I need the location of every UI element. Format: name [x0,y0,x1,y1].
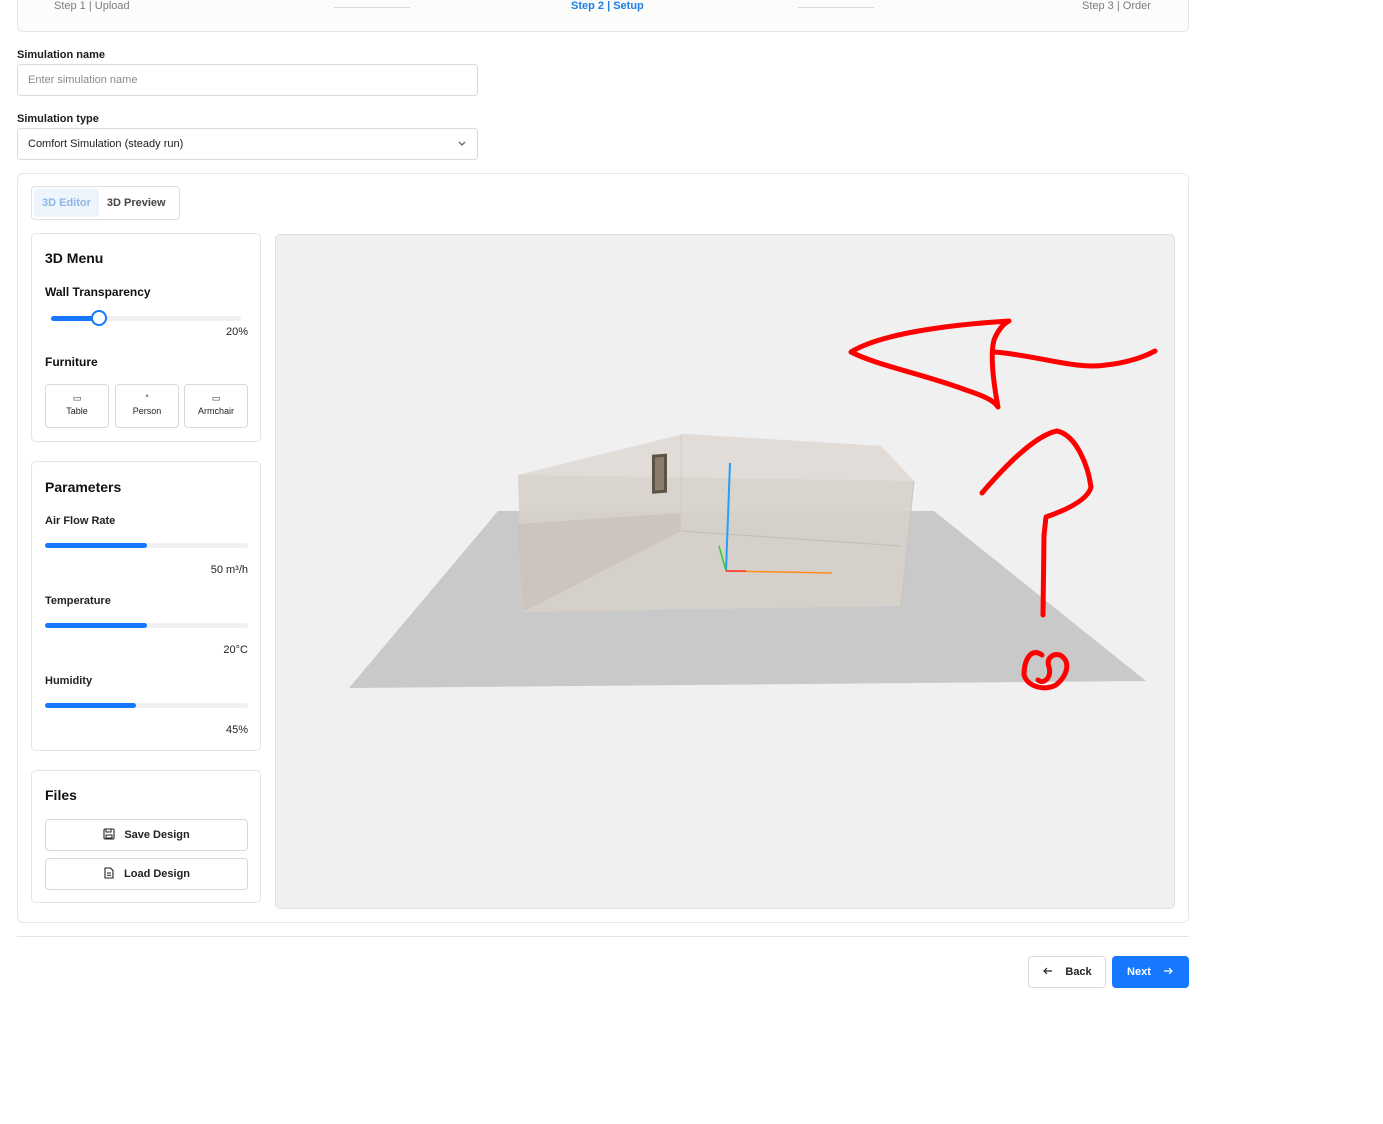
air-flow-rate-label: Air Flow Rate [45,515,116,527]
armchair-label: Armchair [197,406,234,416]
editor-panel: 3D Editor 3D Preview 3D Menu Wall Transp… [17,173,1189,923]
temperature-slider[interactable] [45,623,248,628]
humidity-label: Humidity [45,675,93,687]
3d-menu-card: 3D Menu Wall Transparency 20% Furniture … [31,233,261,442]
rectangle-icon: ▭ [72,393,82,403]
simulation-name-label: Simulation name [17,49,106,61]
footer-divider [17,936,1189,937]
next-label: Next [1127,966,1151,978]
humidity-fill [45,703,137,708]
tab-3d-editor[interactable]: 3D Editor [34,189,99,217]
humidity-value: 45% [225,724,248,736]
simulation-type-value: Comfort Simulation (steady run) [28,138,184,150]
file-icon [103,867,124,880]
add-armchair-button[interactable]: ▭ Armchair [184,384,248,428]
step-upload[interactable]: Step 1 | Upload [54,0,130,12]
step-connector [798,7,874,8]
temperature-label: Temperature [45,595,111,607]
window-object [652,453,667,494]
air-flow-rate-slider[interactable] [45,543,248,548]
back-label: Back [1065,966,1092,978]
add-person-button[interactable]: ° Person [115,384,179,428]
3d-scene [349,318,1158,691]
table-label: Table [66,406,88,416]
load-design-label: Load Design [124,868,191,880]
next-button[interactable]: Next [1112,956,1189,988]
step-order[interactable]: Step 3 | Order [1082,0,1151,12]
wall-transparency-label: Wall Transparency [45,285,151,299]
simulation-type-label: Simulation type [17,113,99,125]
rectangle-icon: ▭ [211,393,221,403]
furniture-label: Furniture [45,355,98,369]
circle-icon: ° [145,393,149,403]
chevron-down-icon [457,129,467,171]
wall-transparency-value: 20% [225,326,248,338]
simulation-type-select[interactable]: Comfort Simulation (steady run) [17,128,478,160]
3d-viewport[interactable] [275,234,1175,909]
step-connector [334,7,410,8]
room-top-edge [518,434,914,481]
humidity-slider[interactable] [45,703,248,708]
arrow-left-icon [1042,966,1057,978]
person-label: Person [132,406,162,416]
wall-transparency-handle[interactable] [91,310,107,326]
temperature-fill [45,623,147,628]
temperature-value: 20°C [223,644,248,656]
files-title: Files [45,787,77,803]
save-design-button[interactable]: Save Design [45,819,248,851]
parameters-card: Parameters Air Flow Rate 50 m³/h Tempera… [31,461,261,751]
arrow-right-icon [1162,966,1174,978]
load-design-button[interactable]: Load Design [45,858,248,890]
save-design-label: Save Design [124,829,190,841]
air-flow-rate-fill [45,543,147,548]
wall-transparency-slider[interactable] [51,310,241,326]
tab-3d-preview[interactable]: 3D Preview [99,189,174,217]
add-table-button[interactable]: ▭ Table [45,384,109,428]
parameters-title: Parameters [45,479,122,495]
editor-tabs: 3D Editor 3D Preview [31,186,180,220]
files-card: Files Save Design Load Design [31,770,261,903]
back-button[interactable]: Back [1028,956,1106,988]
step-setup[interactable]: Step 2 | Setup [571,0,644,12]
3d-menu-title: 3D Menu [45,250,104,266]
simulation-name-input[interactable] [17,64,478,96]
stepper: Step 1 | Upload Step 2 | Setup Step 3 | … [17,0,1189,32]
air-flow-rate-value: 50 m³/h [210,564,248,576]
save-icon [103,828,124,841]
